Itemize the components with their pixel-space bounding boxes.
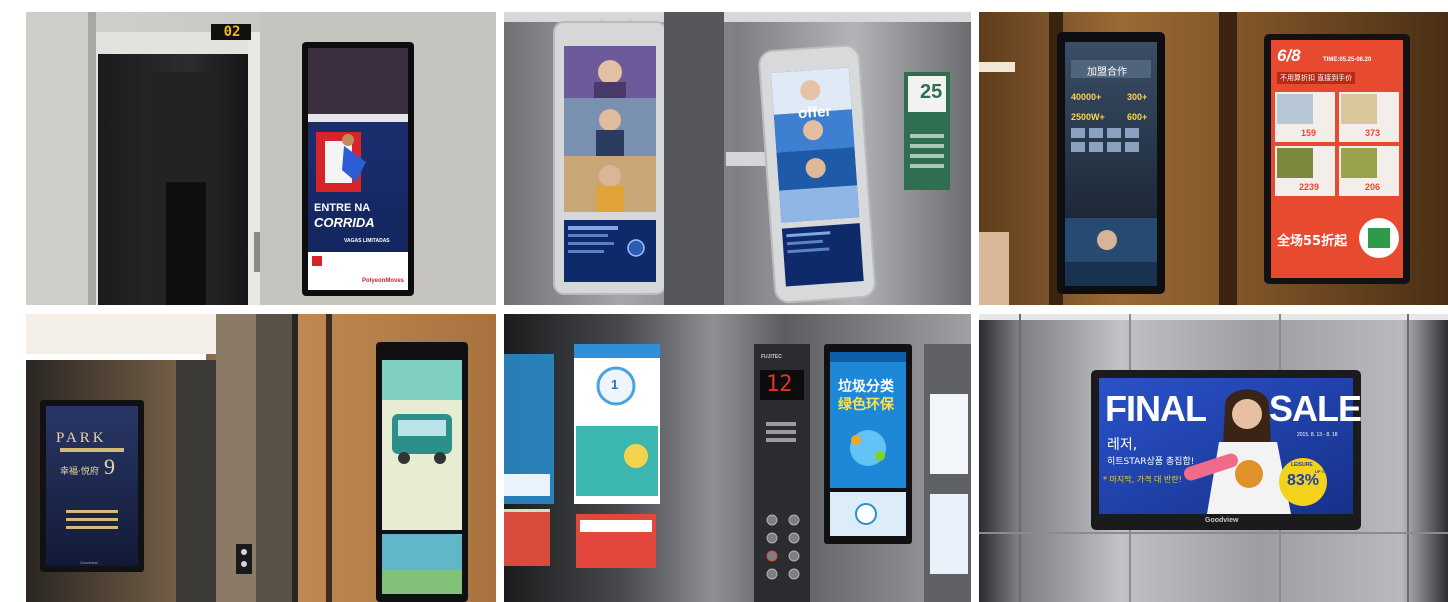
screen-tagline: VAGAS LIMITADAS (344, 238, 390, 244)
floor-indicator: 02 (223, 24, 241, 40)
screen-headline-2: CORRIDA (314, 215, 375, 230)
photo-elevator-door-display: 02 ENTRE NA CORRIDA VAGAS LIMITADAS Poly… (26, 12, 496, 305)
promo-discount: 全场55折起 (1277, 234, 1348, 249)
left-screen-subtitle: 幸福·悦府 (60, 467, 99, 477)
photo-1-scene (26, 12, 496, 305)
left-screen-big-number: 9 (104, 454, 115, 479)
photo-5-scene (504, 314, 971, 602)
photo-lift-hanging-displays: offer 25 (504, 12, 971, 305)
banner-korean-line-1: 레저, (1107, 437, 1138, 453)
display-brand: Goodview (1205, 517, 1239, 524)
photo-2-scene (504, 12, 971, 305)
screen-offer-label: offer (797, 102, 832, 123)
left-screen-title: 加盟合作 (1087, 67, 1127, 78)
badge-leisure: LEISURE (1291, 462, 1313, 468)
promo-price-4: 206 (1365, 182, 1381, 192)
screen-headline-1: ENTRE NA (314, 202, 371, 214)
photo-wood-lift-displays: 加盟合作 40000+ 300+ 2500W+ 600+ 6/8 TIME:05… (979, 12, 1448, 305)
banner-headline-final: FINAL (1105, 388, 1207, 429)
left-screen-park-title: PARK (56, 430, 107, 446)
fujitec-label: FUJITEC (761, 354, 782, 360)
floor-sign-number: 25 (920, 81, 943, 103)
promo-time: TIME:05.25-06.20 (1323, 57, 1372, 63)
banner-korean-line-3: * 마지막, 가격 대 반란! (1103, 475, 1182, 484)
photo-steel-lift-floor-display: FUJITEC 12 1 垃圾分类 绿色环保 (504, 314, 971, 602)
banner-date-range: 2015. 8. 13 - 8. 18 (1297, 432, 1338, 438)
left-screen-stat-1: 40000+ (1071, 92, 1102, 102)
right-screen-title-1: 垃圾分类 (838, 379, 894, 395)
promo-subtitle: 不用算折扣 直接到手价 (1277, 72, 1356, 84)
banner-headline-sale: SALE (1269, 388, 1362, 429)
promo-price-1: 159 (1301, 128, 1317, 138)
badge-percent: 83% (1287, 472, 1320, 489)
photo-lit-lift-displays: PARK 幸福·悦府 9 Goodview (26, 314, 496, 602)
left-screen-digit: 1 (611, 377, 619, 392)
promo-price-2: 373 (1365, 128, 1381, 138)
photo-6-scene (979, 314, 1448, 602)
banner-korean-line-2: 히트STAR상품 총집합! (1107, 457, 1195, 467)
photo-landscape-sale-display: FINAL SALE 2015. 8. 13 - 8. 18 레저, 히트STA… (979, 314, 1448, 602)
photo-4-scene (26, 314, 496, 602)
left-screen-stat-3: 2500W+ (1071, 112, 1105, 122)
right-screen-title-2: 绿色环保 (838, 397, 894, 413)
screen-brand: PolyeonMoves (362, 278, 405, 284)
promo-date-big: 6/8 (1277, 46, 1301, 65)
left-screen-stat-2: 300+ (1127, 92, 1148, 102)
floor-number-display: 12 (766, 372, 793, 397)
left-screen-brand: Goodview (80, 560, 98, 565)
left-screen-stat-4: 600+ (1127, 112, 1148, 122)
promo-price-3: 2239 (1299, 182, 1320, 192)
photo-3-scene (979, 12, 1448, 305)
